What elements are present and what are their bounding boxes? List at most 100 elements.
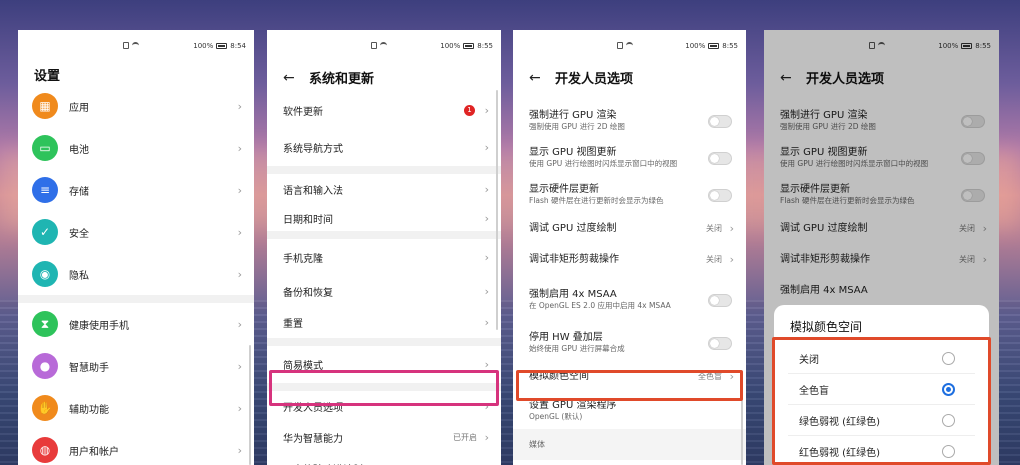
wifi-icon xyxy=(132,42,140,49)
settings-item-label: 安全 xyxy=(69,228,89,240)
highlight-color-space xyxy=(516,370,743,401)
developer-item-desc: 在 OpenGL ES 2.0 应用中启用 4x MSAA xyxy=(529,301,671,310)
developer-item[interactable]: 显示硬件层更新 Flash 硬件层在进行更新时会显示为绿色 xyxy=(513,176,746,213)
system-item-label: 用户体验改进计划 xyxy=(283,461,363,465)
chevron-right-icon: › xyxy=(237,317,242,331)
settings-item[interactable]: ◉ 隐私 › xyxy=(18,253,254,295)
chevron-right-icon: › xyxy=(484,431,489,444)
system-item-label: 系统导航方式 xyxy=(283,144,343,155)
chevron-right-icon: › xyxy=(484,211,489,225)
developer-item[interactable]: 强制进行 GPU 渲染 强制使用 GPU 进行 2D 绘图 xyxy=(513,102,746,139)
system-item-label: 重置 xyxy=(283,319,303,330)
chevron-right-icon: › xyxy=(484,316,489,329)
sim-icon xyxy=(616,42,623,49)
scrollbar[interactable] xyxy=(496,90,498,330)
status-bar: 100% 8:55 xyxy=(267,42,501,54)
system-item-label: 软件更新 xyxy=(283,107,323,118)
chevron-right-icon: › xyxy=(237,359,242,373)
header: ← 系统和更新 xyxy=(283,68,374,88)
back-arrow-icon[interactable]: ← xyxy=(283,70,297,86)
toggle-switch[interactable] xyxy=(708,114,732,128)
toggle-switch[interactable] xyxy=(708,151,732,165)
battery-icon xyxy=(216,43,228,49)
page-title: 设置 xyxy=(34,69,61,84)
user-icon: ◍ xyxy=(32,437,58,463)
chevron-right-icon: › xyxy=(237,401,242,415)
clock: 8:55 xyxy=(477,42,493,50)
chevron-right-icon: › xyxy=(237,267,242,281)
developer-options-screen: 100% 8:55 ← 开发人员选项 强制进行 GPU 渲染 强制使用 GPU 进行… xyxy=(513,30,746,465)
system-item[interactable]: 用户体验改进计划› xyxy=(267,453,501,465)
page-title: 开发人员选项 xyxy=(555,72,634,87)
settings-list: ▦ 应用 › ▭ 电池 › ≡ 存储 › ✓ 安全 › ◉ 隐私 › ⧗ 健康使用手机 › ● 智慧助手 › ✋ 辅助功能 ›… xyxy=(18,85,254,465)
settings-item-label: 用户和帐户 xyxy=(69,446,119,458)
back-arrow-icon[interactable]: ← xyxy=(529,70,543,86)
settings-item[interactable]: ▭ 电池 › xyxy=(18,127,254,169)
chevron-right-icon: › xyxy=(237,183,242,197)
system-item[interactable]: 日期和时间 › xyxy=(267,205,501,231)
settings-item[interactable]: ✓ 安全 › xyxy=(18,211,254,253)
system-item[interactable]: 重置 › xyxy=(267,307,501,338)
developer-item[interactable]: 显示 GPU 视图更新 使用 GPU 进行绘图时闪烁显示窗口中的视图 xyxy=(513,139,746,176)
section-divider xyxy=(18,295,254,303)
privacy-icon: ◉ xyxy=(32,261,58,287)
settings-item[interactable]: ▦ 应用 › xyxy=(18,85,254,127)
developer-item-label: 停用 HW 叠加层 xyxy=(529,332,603,343)
settings-item-label: 应用 xyxy=(69,102,89,114)
developer-item[interactable]: 强制启用 4x MSAA 在 OpenGL ES 2.0 应用中启用 4x MSA… xyxy=(513,275,746,324)
system-list: 软件更新 1 › 系统导航方式 › 语言和输入法 › 日期和时间 › 手机克隆 › 备份和恢复 › 重置 ›… xyxy=(267,92,501,465)
developer-item-desc: 使用 GPU 进行绘图时闪烁显示窗口中的视图 xyxy=(529,159,678,168)
shield-icon: ✓ xyxy=(32,219,58,245)
highlight-developer-options xyxy=(269,370,499,406)
sim-icon xyxy=(371,42,378,49)
system-item[interactable]: 软件更新 1 › xyxy=(267,92,501,129)
developer-item-label: 显示硬件层更新 xyxy=(529,184,599,195)
developer-item-text: 显示硬件层更新 Flash 硬件层在进行更新时会显示为绿色 xyxy=(529,183,664,206)
chevron-right-icon: › xyxy=(484,251,489,264)
developer-item-label: 调试 GPU 过度绘制 xyxy=(529,223,617,234)
dialog-title: 模拟颜色空间 xyxy=(790,320,863,334)
developer-item[interactable]: 调试非矩形剪裁操作 关闭 › xyxy=(513,244,746,275)
developer-item-desc: Flash 硬件层在进行更新时会显示为绿色 xyxy=(529,196,664,205)
settings-item[interactable]: ≡ 存储 › xyxy=(18,169,254,211)
toggle-switch[interactable] xyxy=(708,293,732,307)
settings-item[interactable]: ● 智慧助手 › xyxy=(18,345,254,387)
system-item[interactable]: 华为智慧能力 已开启 › xyxy=(267,422,501,453)
toggle-switch[interactable] xyxy=(708,336,732,350)
system-item[interactable]: 语言和输入法 › xyxy=(267,174,501,205)
assistant-icon: ● xyxy=(32,353,58,379)
battery-icon xyxy=(463,43,475,49)
clock: 8:55 xyxy=(722,42,738,50)
settings-item[interactable]: ✋ 辅助功能 › xyxy=(18,387,254,429)
scrollbar[interactable] xyxy=(249,345,251,465)
chevron-right-icon: › xyxy=(729,222,734,235)
system-item-label: 华为智慧能力 xyxy=(283,434,343,445)
developer-item-label: 强制启用 4x MSAA xyxy=(529,289,617,300)
section-divider xyxy=(267,338,501,346)
chevron-right-icon: › xyxy=(484,141,489,154)
scrollbar[interactable] xyxy=(741,400,743,465)
settings-item[interactable]: ⧗ 健康使用手机 › xyxy=(18,303,254,345)
toggle-switch[interactable] xyxy=(708,188,732,202)
developer-item-label: 显示 GPU 视图更新 xyxy=(529,147,617,158)
developer-item[interactable]: 媒体 xyxy=(513,429,746,460)
system-item-label: 日期和时间 xyxy=(283,214,333,226)
status-bar: 100% 8:54 xyxy=(18,42,254,54)
developer-item-text: 调试 GPU 过度绘制 xyxy=(529,222,616,235)
settings-item[interactable]: ◍ 用户和帐户 › xyxy=(18,429,254,465)
system-item[interactable]: 备份和恢复 › xyxy=(267,276,501,307)
settings-item-label: 隐私 xyxy=(69,270,89,282)
settings-item-label: 辅助功能 xyxy=(69,404,109,416)
developer-item-value: 关闭 xyxy=(706,224,722,233)
sim-icon xyxy=(123,42,130,49)
developer-item-text: 媒体 xyxy=(529,438,545,451)
system-item-label: 手机克隆 xyxy=(283,254,323,265)
battery-percent: 100% xyxy=(685,42,706,50)
developer-item[interactable]: 停用 HW 叠加层 始终使用 GPU 进行屏幕合成 xyxy=(513,324,746,361)
system-item[interactable]: 手机克隆 › xyxy=(267,239,501,276)
chevron-right-icon: › xyxy=(237,141,242,155)
color-space-dialog-screen: 100% 8:55 ← 开发人员选项 强制进行 GPU 渲染 强制使用 GPU 进行… xyxy=(764,30,999,465)
developer-item[interactable]: 调试 GPU 过度绘制 关闭 › xyxy=(513,213,746,244)
developer-item-label: 强制进行 GPU 渲染 xyxy=(529,110,617,121)
system-item[interactable]: 系统导航方式 › xyxy=(267,129,501,166)
